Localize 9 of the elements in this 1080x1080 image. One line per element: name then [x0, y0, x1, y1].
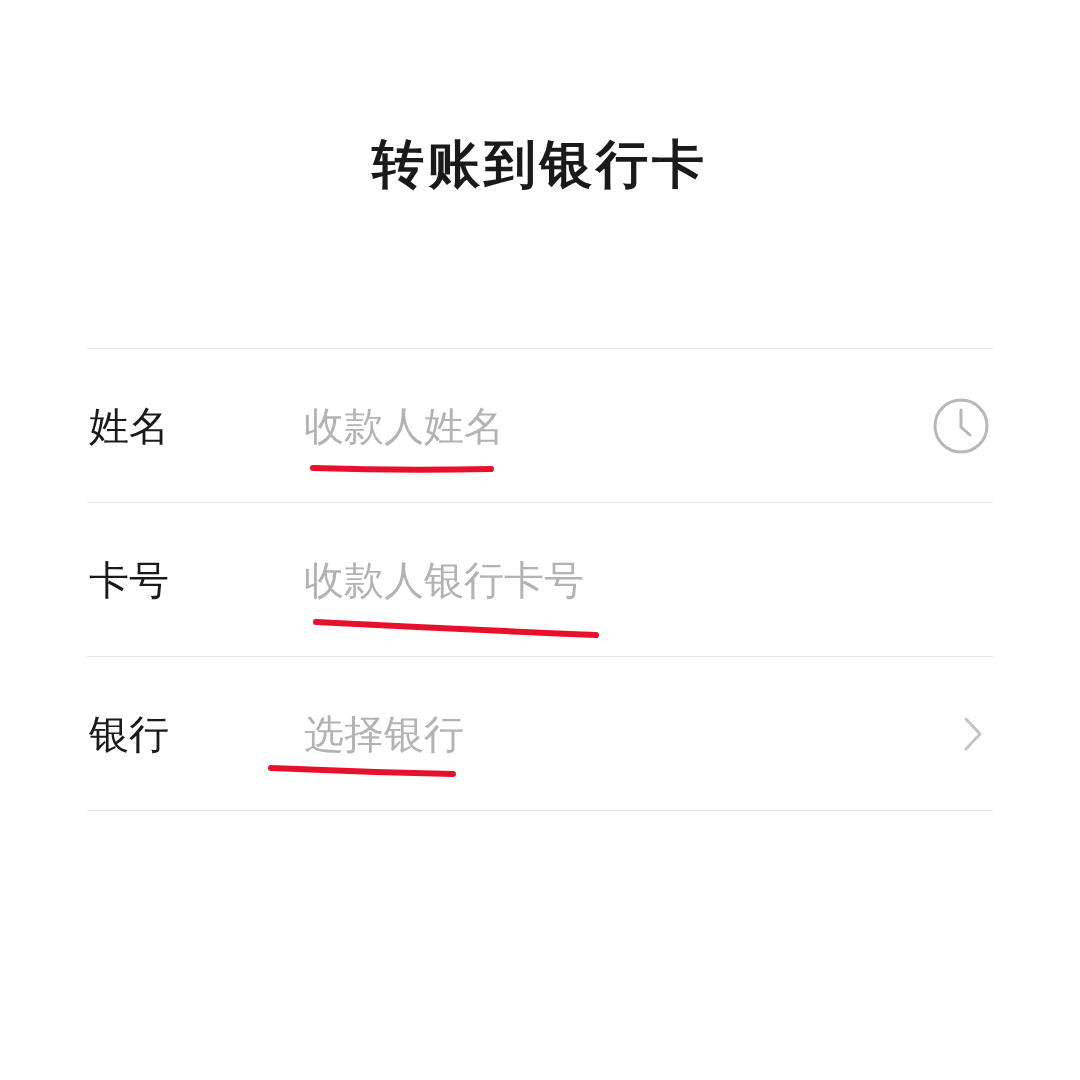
input-field[interactable]: 收款人银行卡号: [304, 549, 989, 610]
page-title: 转账到银行卡: [372, 134, 708, 195]
field-label: 卡号: [88, 559, 170, 600]
input-field[interactable]: 选择银行: [304, 703, 963, 764]
input-field[interactable]: 收款人姓名: [304, 395, 933, 456]
field-label: 姓名: [88, 405, 170, 446]
field-label: 银行: [88, 713, 170, 754]
chevron-right-icon: [963, 715, 983, 752]
clock-icon[interactable]: [933, 397, 989, 454]
